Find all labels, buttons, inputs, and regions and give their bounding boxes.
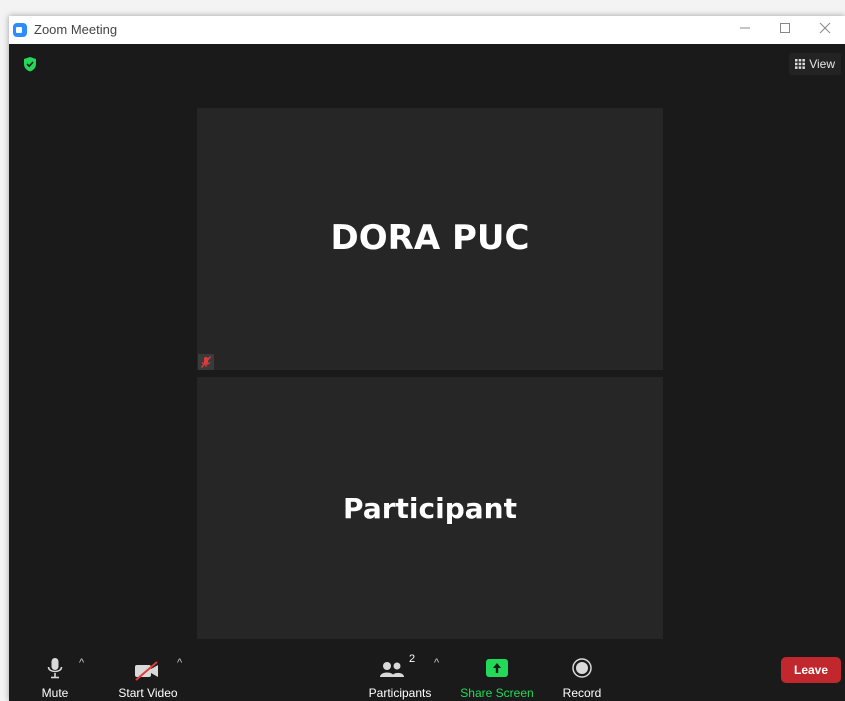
participant-name: Participant bbox=[343, 492, 517, 525]
start-video-label: Start Video bbox=[118, 686, 178, 700]
participants-button[interactable]: 2 Participants bbox=[355, 649, 445, 701]
record-icon bbox=[572, 658, 592, 678]
mute-button[interactable]: Mute bbox=[35, 649, 75, 701]
title-bar: Zoom Meeting bbox=[9, 16, 845, 44]
participants-count: 2 bbox=[409, 653, 416, 665]
shield-icon[interactable] bbox=[23, 56, 37, 77]
meeting-toolbar: Mute ^ Start Video ^ 2 Participants ^ Sh… bbox=[9, 649, 845, 701]
window-title: Zoom Meeting bbox=[34, 22, 118, 37]
share-screen-label: Share Screen bbox=[460, 686, 534, 700]
zoom-meeting-window: Zoom Meeting View DORA PUC Participant M… bbox=[9, 16, 845, 701]
muted-mic-icon bbox=[198, 354, 214, 370]
chevron-up-icon[interactable]: ^ bbox=[79, 657, 84, 669]
microphone-icon bbox=[47, 658, 63, 679]
mute-label: Mute bbox=[41, 686, 69, 700]
video-tile[interactable]: DORA PUC bbox=[197, 108, 663, 370]
close-icon[interactable] bbox=[805, 16, 845, 44]
participants-icon bbox=[380, 662, 404, 677]
chevron-up-icon[interactable]: ^ bbox=[177, 657, 182, 669]
chevron-up-icon[interactable]: ^ bbox=[434, 657, 439, 669]
share-screen-button[interactable]: Share Screen bbox=[457, 649, 537, 701]
record-label: Record bbox=[562, 686, 602, 700]
participants-label: Participants bbox=[368, 686, 432, 700]
grid-icon bbox=[795, 59, 806, 69]
start-video-button[interactable]: Start Video bbox=[113, 649, 183, 701]
share-screen-icon bbox=[486, 659, 508, 677]
maximize-icon[interactable] bbox=[765, 16, 805, 44]
record-button[interactable]: Record bbox=[557, 649, 607, 701]
zoom-app-icon bbox=[13, 23, 27, 37]
view-label: View bbox=[809, 57, 835, 71]
minimize-icon[interactable] bbox=[725, 16, 765, 44]
leave-button[interactable]: Leave bbox=[781, 657, 841, 683]
video-tile[interactable]: Participant bbox=[197, 377, 663, 639]
video-off-icon bbox=[135, 661, 158, 681]
participant-name: DORA PUC bbox=[330, 218, 530, 258]
view-button[interactable]: View bbox=[789, 53, 841, 75]
